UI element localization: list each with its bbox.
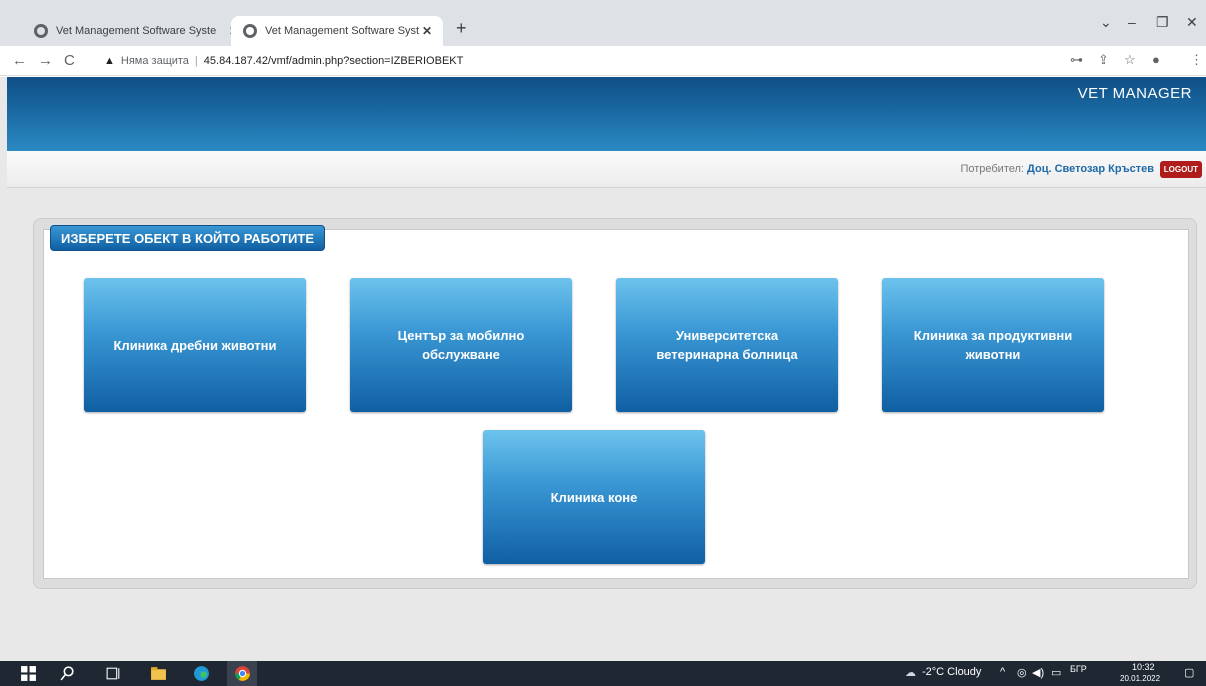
user-label: Потребител:	[960, 163, 1028, 175]
logout-button[interactable]: LOGOUT	[1159, 161, 1202, 178]
clock-date[interactable]: 20.01.2022	[1120, 674, 1160, 683]
bookmark-star-icon[interactable]: ☆	[1124, 52, 1136, 68]
object-button-horses[interactable]: Клиника коне	[483, 430, 705, 564]
object-button-productive-animals[interactable]: Клиника за продуктивни животни	[882, 278, 1104, 412]
browser-tab-active[interactable]: Vet Management Software Syste ✕	[231, 16, 443, 46]
app-title: VET MANAGER	[1077, 85, 1192, 102]
notifications-icon[interactable]: ▢	[1184, 666, 1194, 679]
page: VET MANAGER Потребител: Доц. Светозар Кр…	[0, 77, 1206, 661]
profile-icon[interactable]: ●	[1152, 52, 1160, 67]
forward-icon[interactable]: →	[38, 52, 53, 69]
share-icon[interactable]: ⇪	[1098, 52, 1109, 68]
user-info: Потребител: Доц. Светозар Кръстев	[960, 163, 1154, 175]
globe-icon	[243, 24, 257, 38]
url-field[interactable]: ▲ Няма защита | 45.84.187.42/vmf/admin.p…	[104, 50, 1054, 72]
back-icon[interactable]: ←	[12, 52, 27, 69]
chrome-taskbar-slot[interactable]	[227, 661, 257, 686]
language-indicator[interactable]: БГР	[1070, 664, 1087, 674]
user-name[interactable]: Доц. Светозар Кръстев	[1027, 163, 1154, 175]
weather-text[interactable]: -2°C Cloudy	[922, 666, 981, 678]
restore-icon[interactable]: ❐	[1156, 14, 1169, 31]
header-banner: VET MANAGER	[7, 77, 1206, 151]
network-icon[interactable]: ▭	[1051, 666, 1061, 679]
tab-title: Vet Management Software Syste	[56, 25, 217, 37]
chevron-up-icon[interactable]: ^	[1000, 666, 1005, 678]
reload-icon[interactable]: C	[64, 52, 75, 69]
address-bar-row: ← → C ▲ Няма защита | 45.84.187.42/vmf/a…	[0, 46, 1206, 76]
security-label[interactable]: Няма защита	[121, 55, 189, 67]
search-icon[interactable]	[59, 665, 76, 682]
url-text[interactable]: 45.84.187.42/vmf/admin.php?section=IZBER…	[204, 55, 464, 67]
warning-icon[interactable]: ▲	[104, 55, 115, 67]
url-separator: |	[194, 55, 198, 67]
chrome-icon	[235, 666, 250, 681]
object-button-mobile-service[interactable]: Център за мобилно обслужване	[350, 278, 572, 412]
cloud-icon[interactable]: ☁	[905, 666, 916, 679]
taskbar: ☁ -2°C Cloudy ^ ◎ ◀) ▭ БГР 10:32 20.01.2…	[0, 661, 1206, 686]
browser-tab[interactable]: Vet Management Software Syste ✕	[22, 16, 250, 46]
windows-start-icon[interactable]	[20, 665, 37, 682]
user-bar: Потребител: Доц. Светозар Кръстев LOGOUT	[7, 151, 1206, 188]
object-button-small-animals[interactable]: Клиника дребни животни	[84, 278, 306, 412]
tab-search-icon[interactable]: ⌄	[1100, 14, 1112, 31]
file-explorer-icon[interactable]	[150, 665, 167, 682]
object-select-panel: Клиника дребни животни Център за мобилно…	[33, 218, 1197, 589]
minimize-icon[interactable]: –	[1128, 14, 1136, 30]
panel-body: Клиника дребни животни Център за мобилно…	[43, 229, 1189, 579]
panel-title: ИЗБЕРЕТЕ ОБЕКТ В КОЙТО РАБОТИТЕ	[50, 225, 326, 251]
object-button-university-hospital[interactable]: Университетска ветеринарна болница	[616, 278, 838, 412]
mic-icon[interactable]: ◎	[1017, 666, 1027, 679]
menu-icon[interactable]: ⋮	[1190, 52, 1203, 68]
task-view-icon[interactable]	[105, 665, 122, 682]
tab-title: Vet Management Software Syste	[265, 25, 419, 37]
new-tab-button[interactable]: +	[456, 18, 467, 39]
window-close-icon[interactable]: ✕	[1186, 14, 1198, 31]
globe-icon	[34, 24, 48, 38]
tab-close-icon[interactable]: ✕	[419, 24, 435, 38]
clock-time[interactable]: 10:32	[1132, 662, 1155, 672]
edge-browser-icon[interactable]	[193, 665, 210, 682]
speaker-icon[interactable]: ◀)	[1032, 666, 1044, 679]
key-icon[interactable]: ⊶	[1070, 52, 1083, 68]
browser-tabstrip: Vet Management Software Syste ✕ Vet Mana…	[0, 0, 1206, 46]
